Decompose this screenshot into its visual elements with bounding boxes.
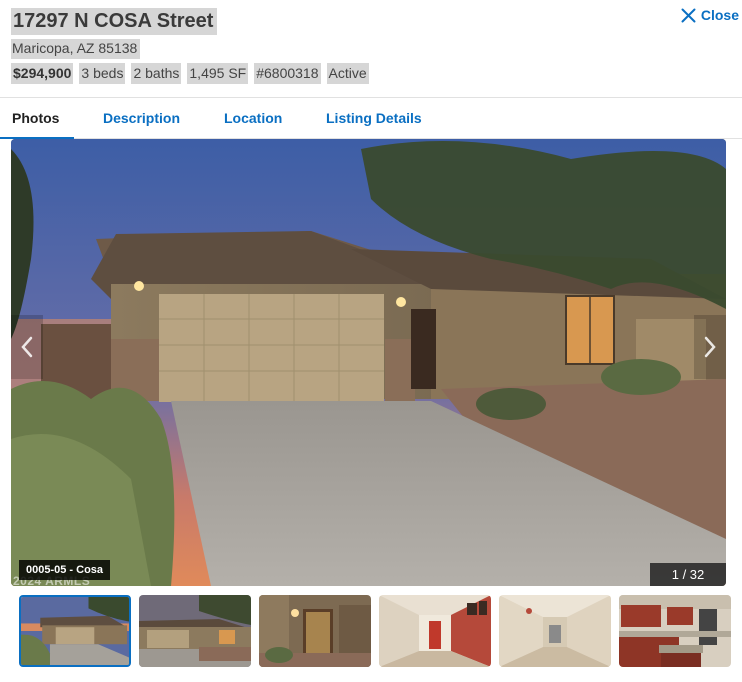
thumbnail-2[interactable]: [139, 595, 251, 667]
thumbnail-image: [139, 595, 251, 667]
close-label: Close: [700, 7, 739, 23]
tab-photos[interactable]: Photos: [12, 110, 59, 126]
thumbnail-6[interactable]: [619, 595, 731, 667]
listing-beds: 3 beds: [79, 63, 126, 84]
listing-tabs: Photos Description Location Listing Deta…: [0, 97, 742, 139]
photo-caption: 0005-05 - Cosa: [19, 560, 111, 580]
photo-counter: 1 / 32: [650, 563, 726, 586]
listing-facts: $294,900 3 beds 2 baths 1,495 SF #680031…: [11, 63, 369, 84]
previous-photo-button[interactable]: [11, 315, 43, 379]
tab-listing-details[interactable]: Listing Details: [326, 110, 422, 126]
listing-address-title: 17297 N COSA Street: [11, 8, 218, 35]
thumbnail-5[interactable]: [499, 595, 611, 667]
tab-location[interactable]: Location: [224, 110, 282, 126]
thumbnail-image: [21, 597, 129, 665]
listing-baths: 2 baths: [131, 63, 182, 84]
listing-price: $294,900: [11, 63, 74, 84]
listing-mls-number: #6800318: [254, 63, 321, 84]
main-photo[interactable]: [11, 139, 726, 586]
thumbnail-1[interactable]: [19, 595, 131, 667]
thumbnail-4[interactable]: [379, 595, 491, 667]
listing-status: Active: [326, 63, 369, 84]
thumbnail-image: [499, 595, 611, 667]
thumbnail-3[interactable]: [259, 595, 371, 667]
thumbnail-strip: [19, 595, 742, 667]
photo-gallery: 2024 ARMLS 0005-05 - Cosa 1 / 32: [11, 139, 726, 586]
close-icon: [681, 8, 696, 22]
thumbnail-image: [619, 595, 731, 667]
next-photo-button[interactable]: [694, 315, 726, 379]
tab-description[interactable]: Description: [103, 110, 180, 126]
close-button[interactable]: Close: [681, 7, 739, 23]
chevron-right-icon: [704, 336, 716, 358]
chevron-left-icon: [21, 336, 33, 358]
listing-city-line: Maricopa, AZ 85138: [11, 39, 141, 59]
thumbnail-image: [259, 595, 371, 667]
thumbnail-image: [379, 595, 491, 667]
listing-sqft: 1,495 SF: [187, 63, 249, 84]
listing-header: 17297 N COSA Street Maricopa, AZ 85138 $…: [0, 0, 742, 98]
